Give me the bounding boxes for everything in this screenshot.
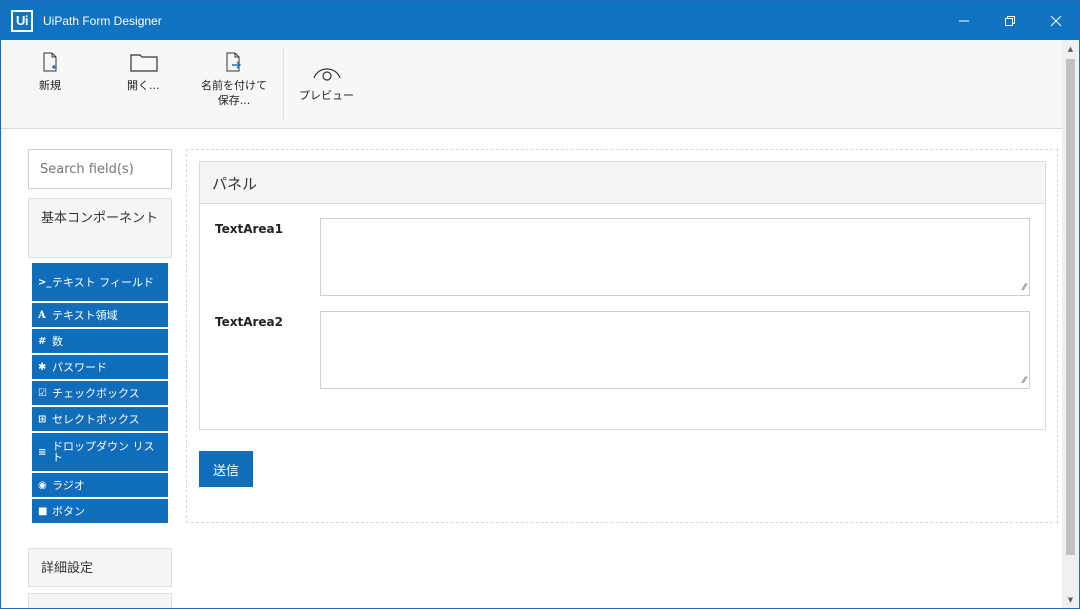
component-label: チェックボックス [52,386,140,400]
app-window: Ui UiPath Form Designer 新規 開く... 名前を付けて [0,0,1080,609]
window-title: UiPath Form Designer [43,13,162,28]
new-button[interactable]: 新規 [39,52,61,93]
textarea1-label: TextArea1 [215,222,283,236]
component-label: パスワード [52,360,107,374]
textarea1-input[interactable]: ⁄⁄ [320,218,1030,296]
component-label: テキスト フィールド [52,275,154,289]
component-text-area[interactable]: A テキスト領域 [32,303,168,329]
toolbar: 新規 開く... 名前を付けて 保存... プレビュー [1,40,1063,129]
category-advanced[interactable]: 詳細設定 [28,548,172,587]
asterisk-icon: ✱ [38,361,47,373]
submit-button[interactable]: 送信 [199,451,253,487]
component-text-field[interactable]: >_ テキスト フィールド [32,263,168,303]
panel[interactable]: パネル TextArea1 ⁄⁄ TextArea2 ⁄⁄ [199,161,1046,430]
category-basic[interactable]: 基本コンポーネント [28,198,172,258]
stop-icon: ■ [38,505,48,517]
panel-title: パネル [200,162,1045,204]
save-as-button[interactable]: 名前を付けて 保存... [201,52,267,108]
toolbar-separator [283,48,284,120]
resize-grip-icon[interactable]: ⁄⁄ [1023,283,1026,293]
restore-icon [1005,15,1015,26]
font-icon: A [38,309,46,321]
title-bar: Ui UiPath Form Designer [1,1,1079,40]
component-radio[interactable]: ◉ ラジオ [32,473,168,499]
resize-grip-icon[interactable]: ⁄⁄ [1023,376,1026,386]
uipath-logo-icon: Ui [11,9,33,32]
minimize-icon [959,20,969,21]
component-button[interactable]: ■ ボタン [32,499,168,525]
scroll-up-icon[interactable]: ▲ [1062,40,1079,57]
new-label: 新規 [39,79,61,92]
scrollbar-thumb[interactable] [1066,59,1075,555]
open-label: 開く... [127,79,160,92]
folder-icon [130,54,158,72]
radio-icon: ◉ [38,479,47,491]
component-label: ボタン [52,504,85,518]
component-dropdown-list[interactable]: ≡ ドロップダウン リスト [32,433,168,473]
save-as-label-line1: 名前を付けて [201,79,267,92]
search-input[interactable] [28,149,172,189]
save-as-file-icon [226,52,241,72]
open-button[interactable]: 開く... [127,52,160,93]
component-select-box[interactable]: ⊞ セレクトボックス [32,407,168,433]
restore-button[interactable] [987,1,1033,40]
component-label: テキスト領域 [52,308,118,322]
textarea2-label: TextArea2 [215,315,283,329]
scroll-down-icon[interactable]: ▼ [1062,591,1079,608]
terminal-icon: >_ [38,276,52,288]
close-button[interactable] [1033,1,1079,40]
component-checkbox[interactable]: ☑ チェックボックス [32,381,168,407]
list-icon: ≡ [38,446,47,458]
new-file-icon [43,52,57,72]
eye-icon [312,68,341,81]
close-icon [1050,15,1062,26]
component-list: >_ テキスト フィールド A テキスト領域 # 数 ✱ パスワード ☑ チェッ… [32,263,168,525]
hash-icon: # [38,335,47,347]
component-password[interactable]: ✱ パスワード [32,355,168,381]
preview-button[interactable]: プレビュー [299,62,354,103]
plus-square-icon: ⊞ [38,413,47,425]
save-as-label-line2: 保存... [217,94,251,107]
component-label: ドロップダウン リスト [52,440,155,464]
check-square-icon: ☑ [38,387,47,399]
component-label: ラジオ [52,478,85,492]
category-next[interactable] [28,593,172,608]
window-controls [941,1,1079,40]
component-number[interactable]: # 数 [32,329,168,355]
minimize-button[interactable] [941,1,987,40]
component-label: セレクトボックス [52,412,140,426]
preview-label: プレビュー [299,89,354,102]
vertical-scrollbar[interactable]: ▲ ▼ [1062,40,1079,608]
component-label: 数 [52,334,63,348]
textarea2-input[interactable]: ⁄⁄ [320,311,1030,389]
